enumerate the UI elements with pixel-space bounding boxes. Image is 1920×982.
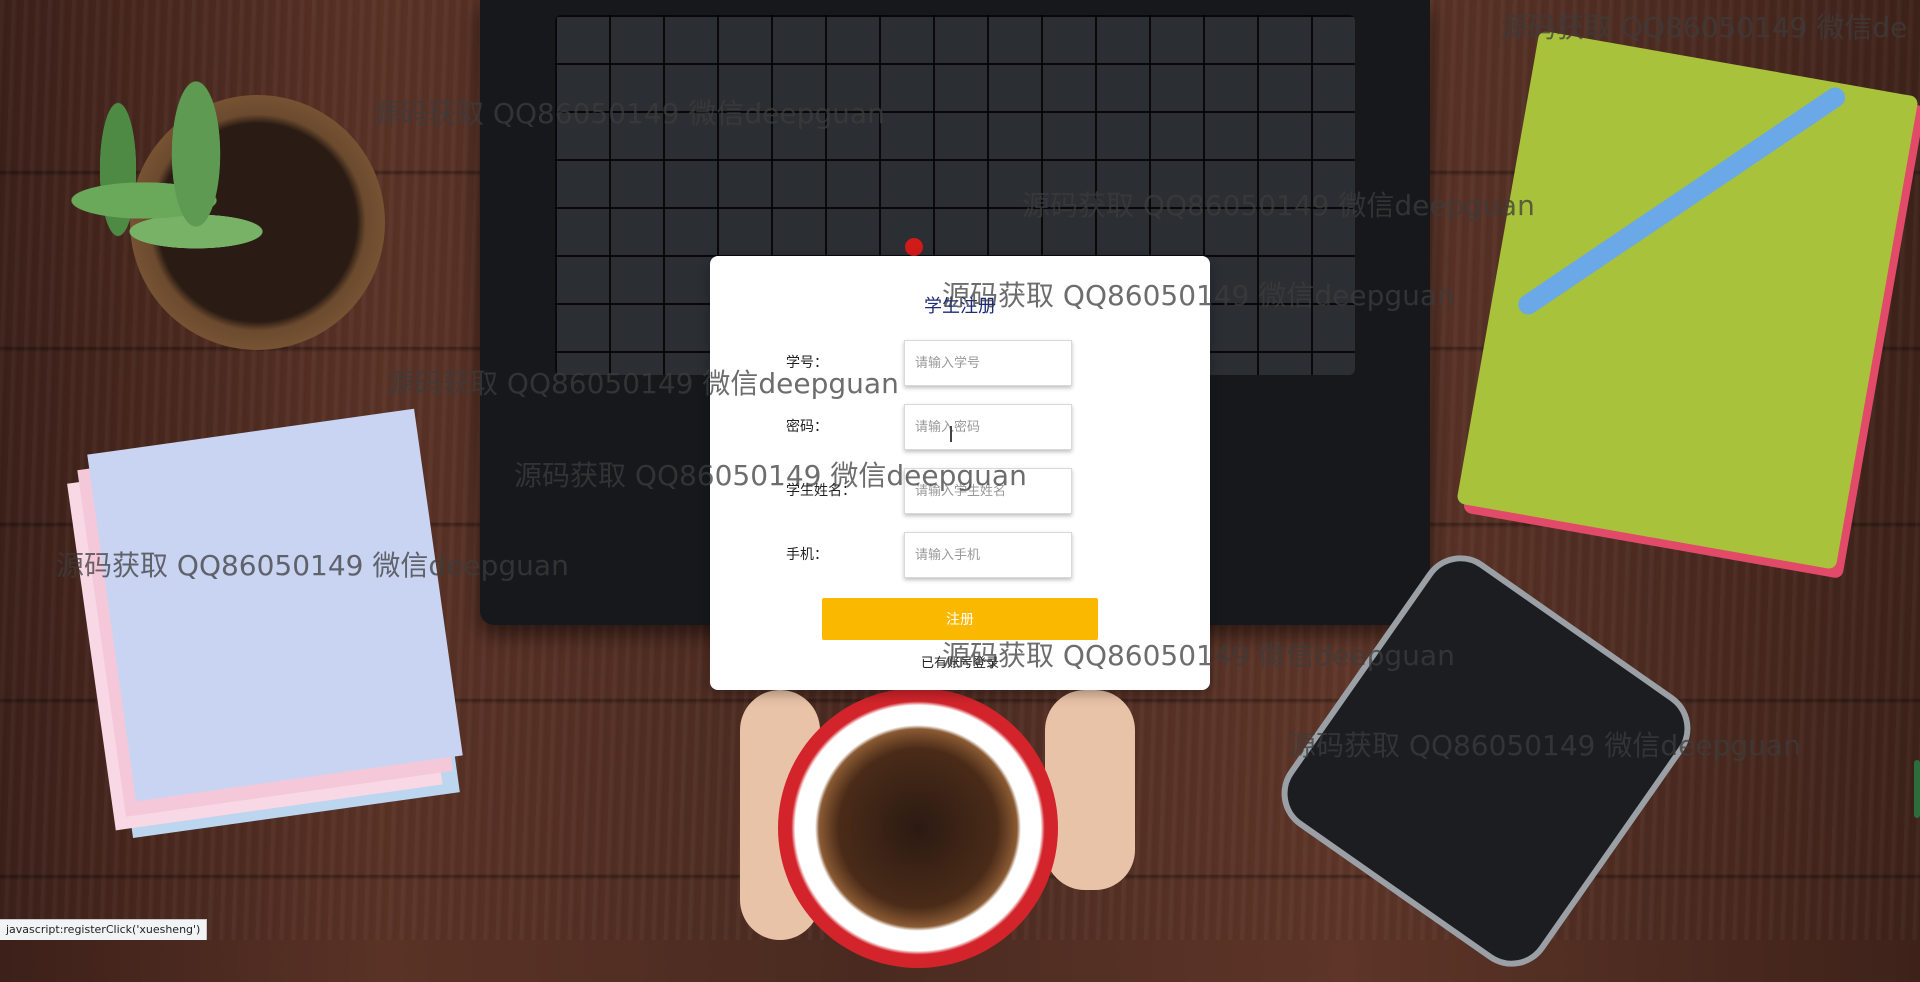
student-name-label: 学生姓名： <box>786 483 856 499</box>
trackpoint-image <box>905 238 923 256</box>
student-name-input[interactable] <box>904 468 1072 514</box>
text-cursor-icon <box>950 426 952 442</box>
register-button[interactable]: 注册 <box>822 598 1098 640</box>
student-name-row: 学生姓名： <box>786 468 1132 514</box>
student-id-label: 学号： <box>786 355 828 371</box>
scroll-indicator[interactable] <box>1914 760 1920 818</box>
plant-image <box>40 30 300 340</box>
student-id-row: 学号： <box>786 340 1132 386</box>
phone-input[interactable] <box>904 532 1072 578</box>
password-row: 密码： <box>786 404 1132 450</box>
password-label: 密码： <box>786 419 828 435</box>
student-id-input[interactable] <box>904 340 1072 386</box>
sticky-notes-image <box>87 408 463 802</box>
hand-right-image <box>1045 690 1135 890</box>
coffee-cup-image <box>778 688 1058 968</box>
register-dialog: 学生注册 学号： 密码： 学生姓名： 手机： 注册 已有账号登录 <box>710 256 1210 690</box>
login-link[interactable]: 已有账号登录 <box>710 652 1210 671</box>
phone-row: 手机： <box>786 532 1132 578</box>
dialog-title: 学生注册 <box>924 296 996 317</box>
password-input[interactable] <box>904 404 1072 450</box>
status-bar: javascript:registerClick('xuesheng') <box>0 919 208 940</box>
phone-label: 手机： <box>786 547 828 563</box>
